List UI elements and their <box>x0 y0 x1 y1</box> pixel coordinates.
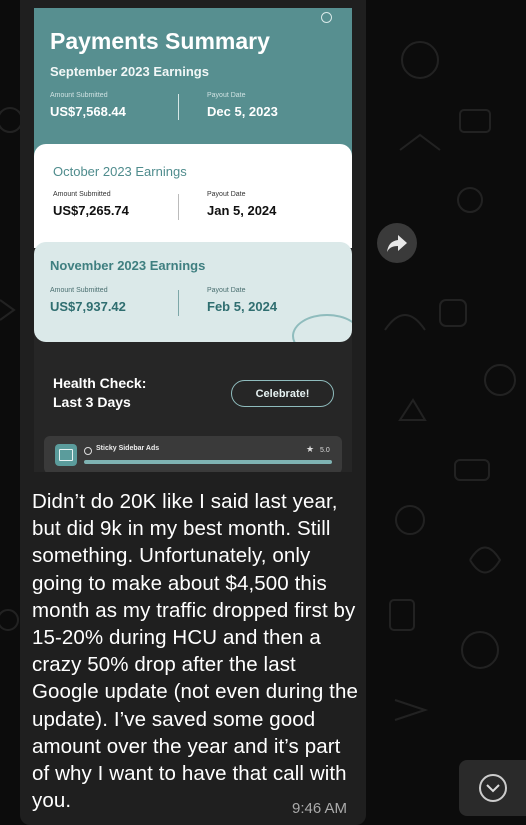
payout-value: Dec 5, 2023 <box>207 104 278 119</box>
health-check-line2: Last 3 Days <box>53 394 131 410</box>
september-heading: September 2023 Earnings <box>50 64 209 79</box>
celebrate-button[interactable]: Celebrate! <box>231 380 334 407</box>
health-check-line1: Health Check: <box>53 375 147 391</box>
amount-value: US$7,568.44 <box>50 104 126 119</box>
payout-label: Payout Date <box>207 287 246 294</box>
app-name: Sticky Sidebar Ads <box>96 445 160 452</box>
amount-label: Amount Submitted <box>53 191 111 198</box>
chevron-down-icon <box>486 784 500 793</box>
rating-value: 5.0 <box>320 447 330 454</box>
forward-button[interactable] <box>377 223 417 263</box>
message-text: Didn’t do 20K like I said last year, but… <box>32 490 358 813</box>
payout-label: Payout Date <box>207 92 246 99</box>
divider <box>178 94 179 120</box>
october-heading: October 2023 Earnings <box>53 164 187 179</box>
progress-bar <box>84 460 332 464</box>
payout-value: Jan 5, 2024 <box>207 203 277 218</box>
message-time: 9:46 AM <box>292 800 348 817</box>
amount-value: US$7,937.42 <box>50 299 126 314</box>
november-heading: November 2023 Earnings <box>50 258 206 273</box>
info-icon <box>84 447 92 455</box>
amount-label: Amount Submitted <box>50 92 108 99</box>
info-icon <box>321 12 332 23</box>
divider <box>178 194 179 220</box>
september-card: Payments Summary September 2023 Earnings… <box>34 8 352 158</box>
scroll-to-bottom-button[interactable] <box>459 760 526 816</box>
health-check-label: Health Check: Last 3 Days <box>53 374 146 412</box>
star-icon: ★ <box>306 444 315 454</box>
decorative-wave <box>292 314 352 342</box>
amount-label: Amount Submitted <box>50 287 108 294</box>
payments-screenshot[interactable]: Payments Summary September 2023 Earnings… <box>34 8 352 472</box>
november-card: November 2023 Earnings Amount Submitted … <box>34 242 352 342</box>
october-card: October 2023 Earnings Amount Submitted U… <box>34 144 352 248</box>
payout-label: Payout Date <box>207 191 246 198</box>
payments-title: Payments Summary <box>50 28 270 54</box>
app-icon <box>55 444 77 466</box>
divider <box>178 290 179 316</box>
amount-value: US$7,265.74 <box>53 203 129 218</box>
forward-arrow-icon <box>387 235 407 252</box>
payout-value: Feb 5, 2024 <box>207 299 278 314</box>
sticky-sidebar-ads-row: Sticky Sidebar Ads ★ 5.0 <box>44 436 342 472</box>
